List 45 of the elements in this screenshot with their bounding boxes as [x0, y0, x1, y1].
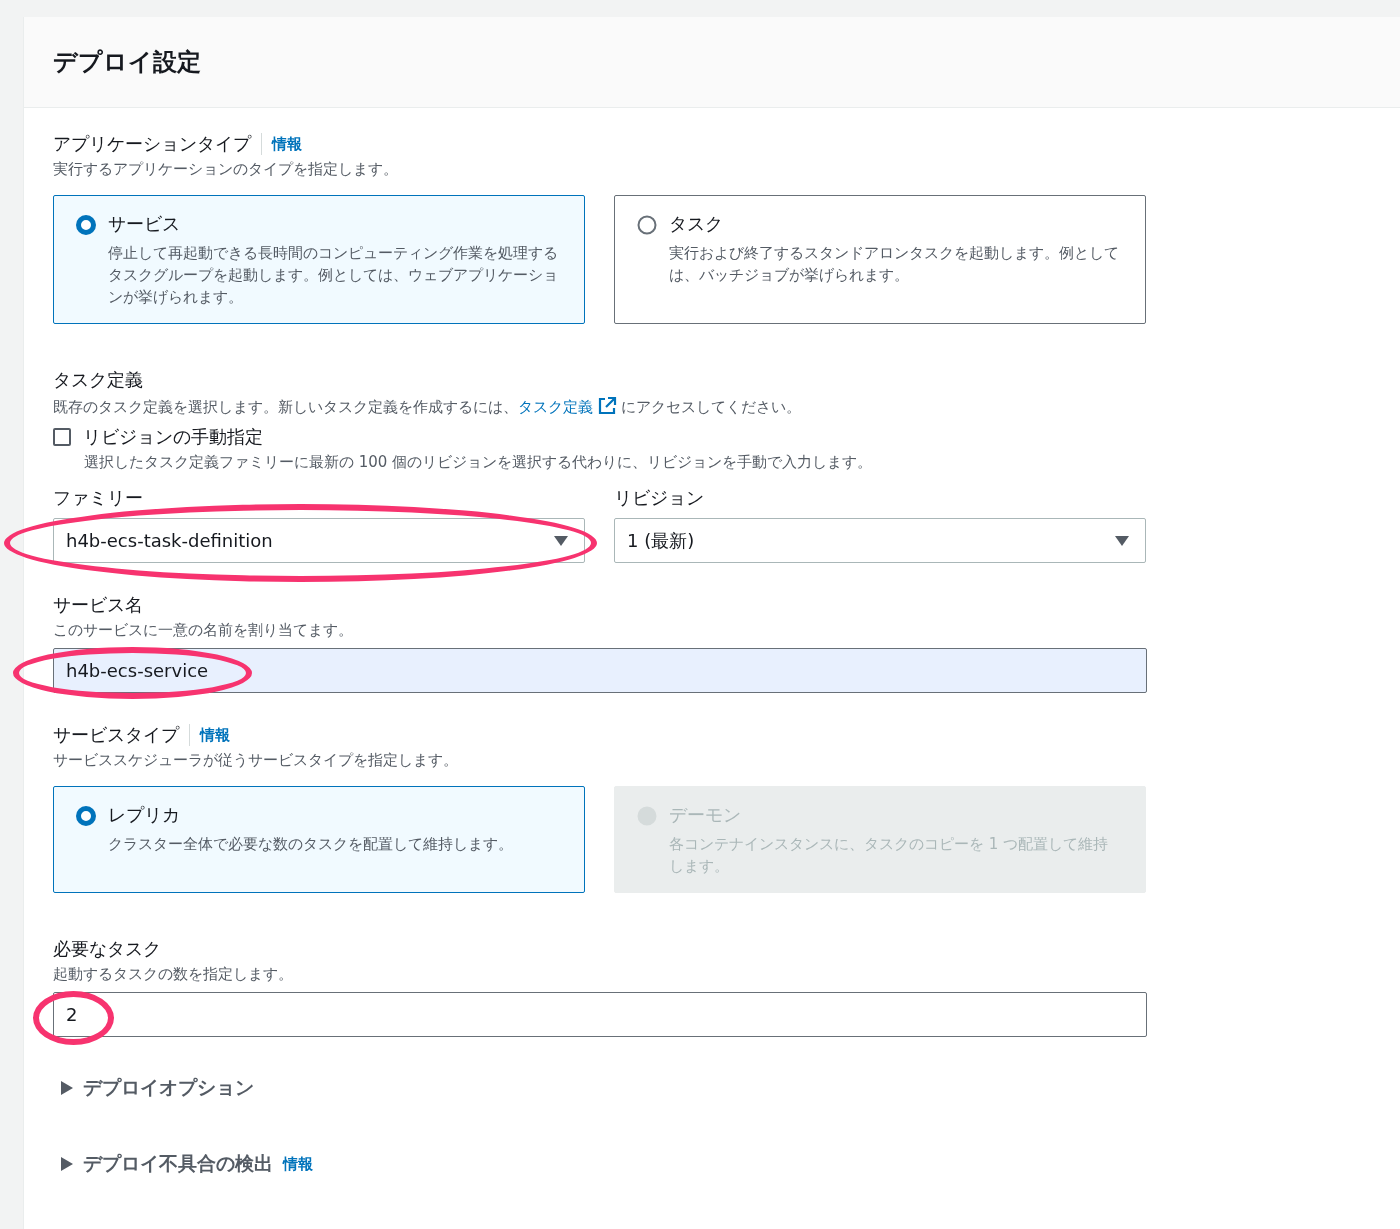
option-tile[interactable]: サービス 停止して再起動できる長時間のコンピューティング作業を処理するタスクグループを起動します。例としては、ウェブアプリケーションが挙げられます。 — [53, 195, 585, 324]
info-link[interactable]: 情報 — [272, 134, 302, 154]
task-definition-link[interactable]: タスク定義 — [518, 398, 621, 416]
caret-right-icon — [61, 1157, 73, 1171]
desired-tasks-field[interactable]: 2 — [53, 992, 1147, 1037]
field-label: アプリケーションタイプ — [53, 132, 251, 156]
option-title: タスク — [669, 212, 724, 236]
option-description: クラスター全体で必要な数のタスクを配置して維持します。 — [108, 834, 513, 855]
radio-button[interactable] — [76, 806, 96, 826]
option-tile[interactable]: タスク 実行および終了するスタンドアロンタスクを起動します。例としては、バッチジョブが挙げられます。 — [614, 195, 1146, 324]
checkbox[interactable] — [53, 428, 71, 446]
option-description: 停止して再起動できる長時間のコンピューティング作業を処理するタスクグループを起動します。例としては、ウェブアプリケーションが挙げられます。 — [108, 243, 559, 308]
radio-button[interactable] — [637, 215, 657, 235]
option-title: サービス — [108, 212, 181, 236]
field-description: 起動するタスクの数を指定します。 — [53, 965, 294, 984]
caret-icon — [554, 535, 568, 546]
option-description: 各コンテナインスタンスに、タスクのコピーを 1 つ配置して維持します。 — [669, 834, 1110, 877]
option-description: 実行および終了するスタンドアロンタスクを起動します。例としては、バッチジョブが挙げられます。 — [669, 243, 1120, 286]
option-title: レプリカ — [108, 803, 181, 827]
option-title: デーモン — [669, 803, 742, 827]
expander-toggle[interactable]: デプロイ不具合の検出 — [61, 1151, 273, 1177]
radio-button[interactable] — [76, 215, 96, 235]
revision-select[interactable]: 1 (最新) — [614, 518, 1146, 563]
info-link[interactable]: 情報 — [200, 725, 230, 745]
external-link-icon — [597, 396, 617, 416]
field-label: ファミリー — [53, 486, 144, 510]
info-link[interactable]: 情報 — [283, 1154, 313, 1174]
option-tile[interactable]: レプリカ クラスター全体で必要な数のタスクを配置して維持します。 — [53, 786, 585, 893]
field-label: リビジョン — [614, 486, 705, 510]
field-label: 必要なタスク — [53, 937, 162, 961]
field-label: タスク定義 — [53, 368, 144, 392]
field-description: 実行するアプリケーションのタイプを指定します。 — [53, 160, 399, 179]
field-label: サービス名 — [53, 593, 144, 617]
field-description: このサービスに一意の名前を割り当てます。 — [53, 621, 354, 640]
caret-right-icon — [61, 1081, 73, 1095]
expander-toggle[interactable]: デプロイオプション — [61, 1075, 254, 1101]
field-description: 既存のタスク定義を選択します。新しいタスク定義を作成するには、タスク定義 にアクセスしてください。 — [53, 396, 802, 417]
field-label: サービスタイプ — [53, 723, 179, 747]
service-name-field[interactable]: h4b-ecs-service — [53, 648, 1147, 693]
checkbox-description: 選択したタスク定義ファミリーに最新の 100 個のリビジョンを選択する代わりに、リビジョンを手動で入力します。 — [84, 453, 874, 472]
caret-icon — [1115, 535, 1129, 546]
panel-title: デプロイ設定 — [53, 47, 201, 78]
family-select[interactable]: h4b-ecs-task-definition — [53, 518, 585, 563]
checkbox-label: リビジョンの手動指定 — [83, 425, 263, 449]
field-description: サービススケジューラが従うサービスタイプを指定します。 — [53, 751, 459, 770]
